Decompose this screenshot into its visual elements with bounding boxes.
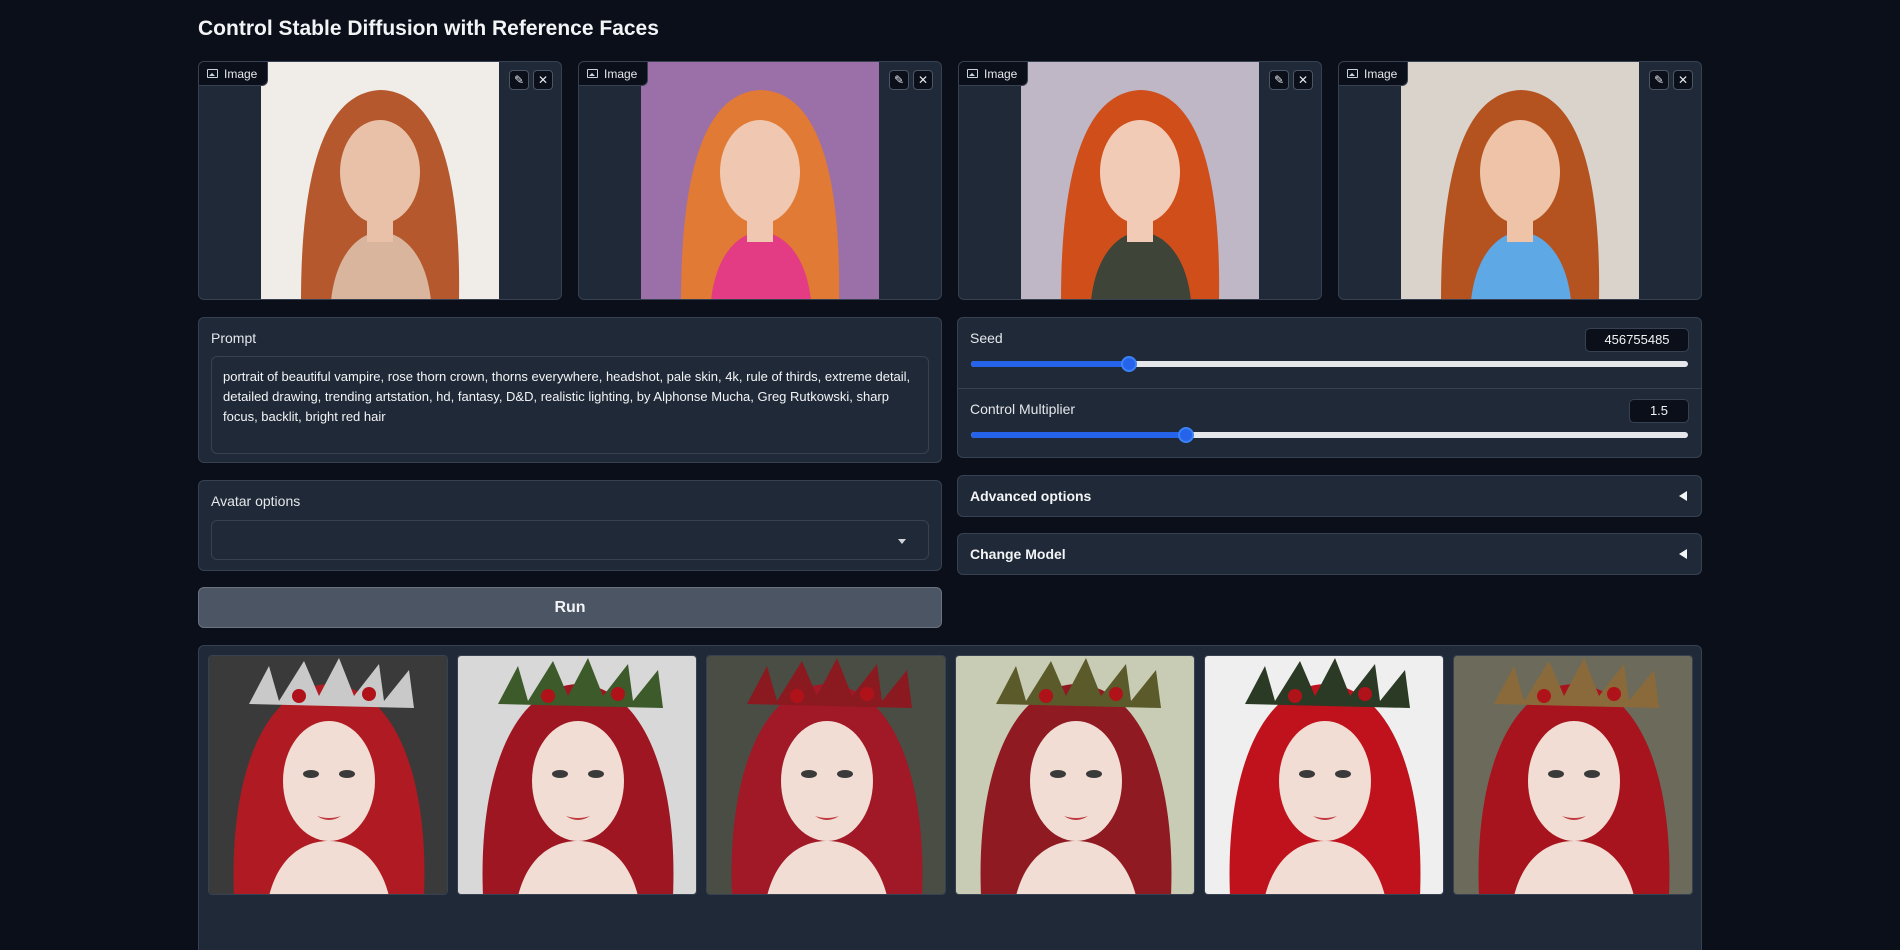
image-tag-label: Image [984,66,1018,81]
seed-control: Seed 456755485 [958,318,1701,388]
control-multiplier-control: Control Multiplier 1.5 [958,388,1701,457]
gallery-image-2[interactable] [457,655,697,895]
control-multiplier-input[interactable]: 1.5 [1629,399,1689,423]
seed-slider-thumb[interactable] [1120,356,1137,372]
run-button[interactable]: Run [198,587,942,628]
control-multiplier-slider-thumb[interactable] [1178,427,1195,443]
pencil-icon[interactable]: ✎ [1269,70,1289,90]
advanced-options-label: Advanced options [970,488,1092,504]
image-tag: Image [959,62,1029,86]
reference-photo [1021,62,1259,299]
image-actions: ✎ ✕ [1649,70,1693,90]
seed-slider[interactable] [971,356,1688,372]
prompt-panel: Prompt portrait of beautiful vampire, ro… [198,317,942,463]
pencil-icon[interactable]: ✎ [889,70,909,90]
generated-portrait [458,656,696,894]
seed-input[interactable]: 456755485 [1585,328,1689,352]
close-icon[interactable]: ✕ [913,70,933,90]
image-icon [967,69,978,78]
reference-image-2[interactable]: Image ✎ ✕ [578,61,942,300]
collapse-arrow-icon [1679,549,1687,559]
chevron-down-icon [898,539,906,544]
reference-photo [261,62,499,299]
generated-portrait [1205,656,1443,894]
image-tag-label: Image [1364,66,1398,81]
image-actions: ✎ ✕ [509,70,553,90]
prompt-label: Prompt [211,330,257,346]
reference-image-1[interactable]: Image ✎ ✕ [198,61,562,300]
gallery-image-1[interactable] [208,655,448,895]
image-icon [207,69,218,78]
close-icon[interactable]: ✕ [1293,70,1313,90]
image-icon [587,69,598,78]
image-tag: Image [199,62,269,86]
generated-portrait [1454,656,1692,894]
control-multiplier-label: Control Multiplier [970,401,1076,417]
close-icon[interactable]: ✕ [1673,70,1693,90]
gallery-image-6[interactable] [1453,655,1693,895]
image-actions: ✎ ✕ [1269,70,1313,90]
generated-portrait [956,656,1194,894]
image-icon [1347,69,1358,78]
avatar-options-label: Avatar options [211,493,301,509]
avatar-options-dropdown[interactable] [211,520,929,560]
avatar-options-panel: Avatar options [198,480,942,571]
app-root: Control Stable Diffusion with Reference … [0,0,1900,950]
reference-image-4[interactable]: Image ✎ ✕ [1338,61,1702,300]
gallery-image-4[interactable] [955,655,1195,895]
seed-label: Seed [970,330,1003,346]
close-icon[interactable]: ✕ [533,70,553,90]
gallery-image-3[interactable] [706,655,946,895]
reference-photo [641,62,879,299]
prompt-textarea[interactable]: portrait of beautiful vampire, rose thor… [211,356,929,454]
gallery-image-5[interactable] [1204,655,1444,895]
advanced-options-accordion[interactable]: Advanced options [957,475,1702,517]
control-multiplier-slider[interactable] [971,427,1688,443]
image-tag: Image [579,62,649,86]
pencil-icon[interactable]: ✎ [1649,70,1669,90]
seed-slider-fill [971,361,1129,367]
generated-portrait [209,656,447,894]
generated-portrait [707,656,945,894]
collapse-arrow-icon [1679,491,1687,501]
change-model-accordion[interactable]: Change Model [957,533,1702,575]
page-title: Control Stable Diffusion with Reference … [198,17,659,40]
image-tag-label: Image [224,66,258,81]
reference-photo [1401,62,1639,299]
image-actions: ✎ ✕ [889,70,933,90]
image-tag: Image [1339,62,1409,86]
image-tag-label: Image [604,66,638,81]
reference-image-3[interactable]: Image ✎ ✕ [958,61,1322,300]
control-multiplier-slider-fill [971,432,1187,438]
pencil-icon[interactable]: ✎ [509,70,529,90]
controls-panel: Seed 456755485 Control Multiplier 1.5 [957,317,1702,458]
output-gallery [198,645,1702,950]
change-model-label: Change Model [970,546,1066,562]
